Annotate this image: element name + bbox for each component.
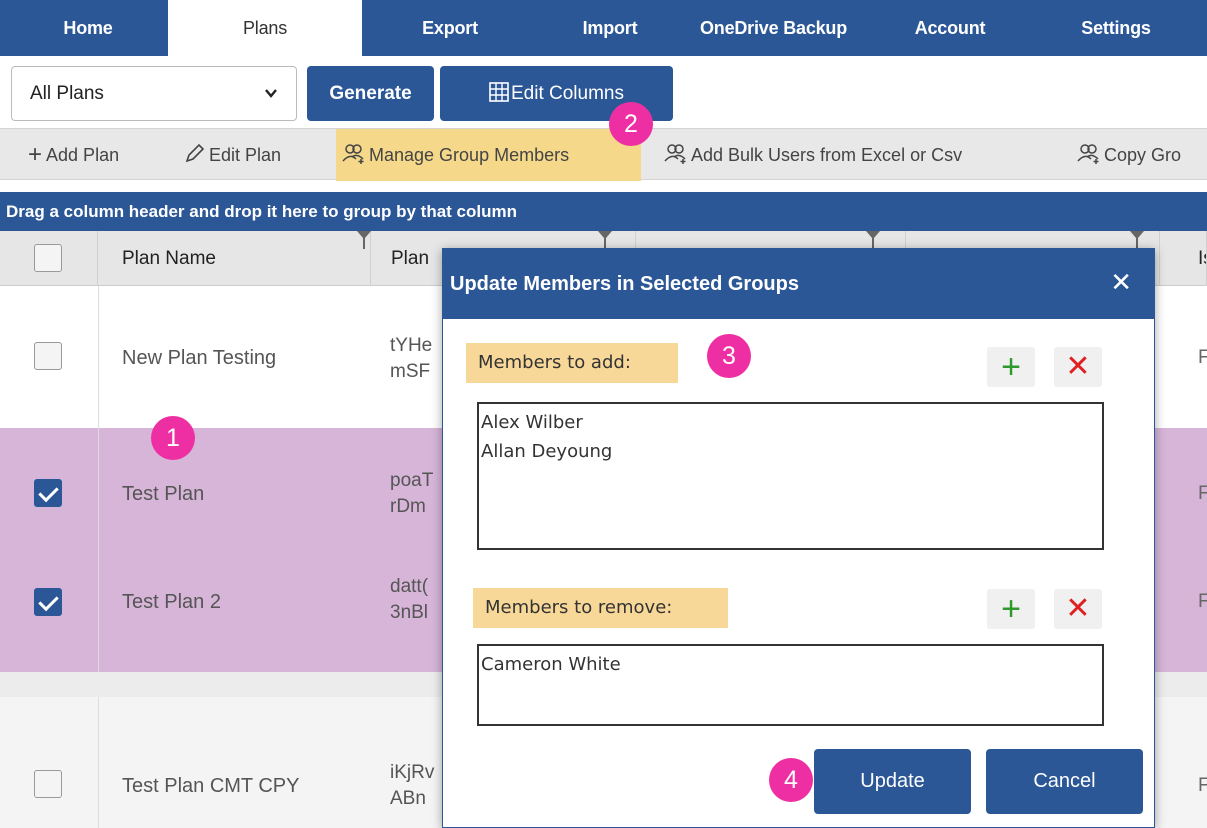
clear-remove-members-button[interactable]: ✕	[1054, 589, 1102, 629]
is-cell: F	[1198, 775, 1207, 796]
members-to-remove-label: Members to remove:	[473, 588, 728, 628]
members-to-remove-textarea[interactable]: Cameron White	[477, 644, 1104, 726]
tab-account[interactable]: Account	[900, 0, 1000, 56]
plus-icon: +	[28, 141, 43, 168]
plan-name-cell: New Plan Testing	[122, 347, 277, 369]
add-plan-label: Add Plan	[46, 145, 120, 165]
filter-icon[interactable]	[598, 231, 612, 249]
cancel-button[interactable]: Cancel	[986, 749, 1143, 814]
copy-group-button[interactable]: Copy Gro	[1077, 129, 1181, 181]
update-members-dialog: Update Members in Selected Groups ✕ Memb…	[442, 248, 1155, 828]
is-cell: F	[1198, 483, 1207, 504]
plan-id-line: datt(	[390, 576, 429, 597]
edit-plan-label: Edit Plan	[209, 145, 282, 165]
actions-toolbar: + Add Plan Edit Plan Manage Group Member…	[0, 128, 1207, 181]
callout-badge-3: 3	[707, 334, 751, 378]
tab-export[interactable]: Export	[400, 0, 500, 56]
is-cell: F	[1198, 347, 1207, 368]
tab-plans[interactable]: Plans	[168, 0, 362, 58]
pencil-icon	[185, 143, 205, 163]
manage-group-members-label: Manage Group Members	[369, 145, 570, 165]
is-cell: F	[1198, 591, 1207, 612]
add-bulk-users-label: Add Bulk Users from Excel or Csv	[691, 145, 963, 165]
tab-settings[interactable]: Settings	[1066, 0, 1166, 56]
row-divider	[98, 550, 99, 672]
update-button[interactable]: Update	[814, 749, 971, 814]
group-drop-area[interactable]: Drag a column header and drop it here to…	[0, 192, 1207, 231]
filter-icon[interactable]	[357, 231, 371, 249]
column-header-is[interactable]: Is	[1160, 231, 1207, 286]
tab-onedrive-backup[interactable]: OneDrive Backup	[686, 0, 861, 56]
row-checkbox[interactable]	[34, 479, 62, 507]
row-divider	[98, 428, 99, 550]
add-bulk-users-button[interactable]: Add Bulk Users from Excel or Csv	[664, 129, 962, 181]
dialog-header: Update Members in Selected Groups ✕	[443, 249, 1154, 319]
close-icon[interactable]: ✕	[1110, 249, 1132, 315]
plan-name-cell: Test Plan CMT CPY	[122, 775, 300, 797]
plan-id-cell: poaT rDm	[390, 468, 433, 520]
columns-icon	[489, 69, 509, 102]
plan-id-line: poaT	[390, 470, 434, 491]
row-checkbox[interactable]	[34, 770, 62, 798]
group-add-icon	[1077, 144, 1099, 164]
row-checkbox[interactable]	[34, 342, 62, 370]
edit-columns-label: Edit Columns	[511, 83, 624, 104]
members-to-add-textarea[interactable]: Alex Wilber Allan Deyoung	[477, 402, 1104, 550]
tab-import[interactable]: Import	[560, 0, 660, 56]
tab-home[interactable]: Home	[38, 0, 138, 56]
plan-id-line: iKjRv	[390, 762, 435, 783]
plan-name-cell: Test Plan	[122, 483, 205, 505]
plan-id-cell: datt( 3nBl	[390, 574, 428, 626]
plan-id-line: mSF	[390, 361, 431, 382]
clear-add-members-button[interactable]: ✕	[1054, 347, 1102, 387]
copy-group-label: Copy Gro	[1104, 145, 1182, 165]
select-all-cell	[0, 231, 98, 286]
generate-button[interactable]: Generate	[307, 66, 434, 121]
plans-toolbar: All Plans Generate Edit Columns	[0, 58, 1207, 128]
member-entry: Allan Deyoung	[481, 441, 613, 462]
dialog-title: Update Members in Selected Groups	[450, 273, 799, 295]
add-remove-member-plus-button[interactable]: +	[987, 589, 1035, 629]
group-add-icon	[664, 144, 686, 164]
plan-id-line: tYHe	[390, 335, 433, 356]
plan-name-cell: Test Plan 2	[122, 591, 221, 613]
members-to-add-label: Members to add:	[466, 343, 678, 383]
plan-id-cell: tYHe mSF	[390, 333, 432, 385]
add-plan-button[interactable]: + Add Plan	[28, 129, 119, 181]
row-divider	[98, 697, 99, 828]
plan-filter-value: All Plans	[30, 83, 104, 104]
plan-id-line: ABn	[390, 788, 426, 809]
member-entry: Cameron White	[481, 654, 621, 675]
member-entry: Alex Wilber	[481, 412, 583, 433]
filter-icon[interactable]	[866, 231, 880, 249]
row-checkbox[interactable]	[34, 588, 62, 616]
select-all-checkbox[interactable]	[34, 244, 62, 272]
plan-filter-select[interactable]: All Plans	[11, 66, 297, 121]
plan-id-line: rDm	[390, 496, 426, 517]
filter-icon[interactable]	[1130, 231, 1144, 249]
callout-badge-4: 4	[769, 758, 813, 802]
group-add-icon	[342, 144, 364, 164]
column-header-plan-name[interactable]: Plan Name	[98, 231, 371, 286]
add-member-plus-button[interactable]: +	[987, 347, 1035, 387]
callout-badge-1: 1	[151, 416, 195, 460]
callout-badge-2: 2	[609, 102, 653, 146]
plan-id-line: 3nBl	[390, 602, 429, 623]
manage-group-members-button[interactable]: Manage Group Members	[336, 129, 641, 181]
top-navigation: Home Plans Export Import OneDrive Backup…	[0, 0, 1207, 58]
plan-id-cell: iKjRv ABn	[390, 760, 434, 812]
edit-plan-button[interactable]: Edit Plan	[184, 129, 281, 181]
row-divider	[98, 286, 99, 428]
